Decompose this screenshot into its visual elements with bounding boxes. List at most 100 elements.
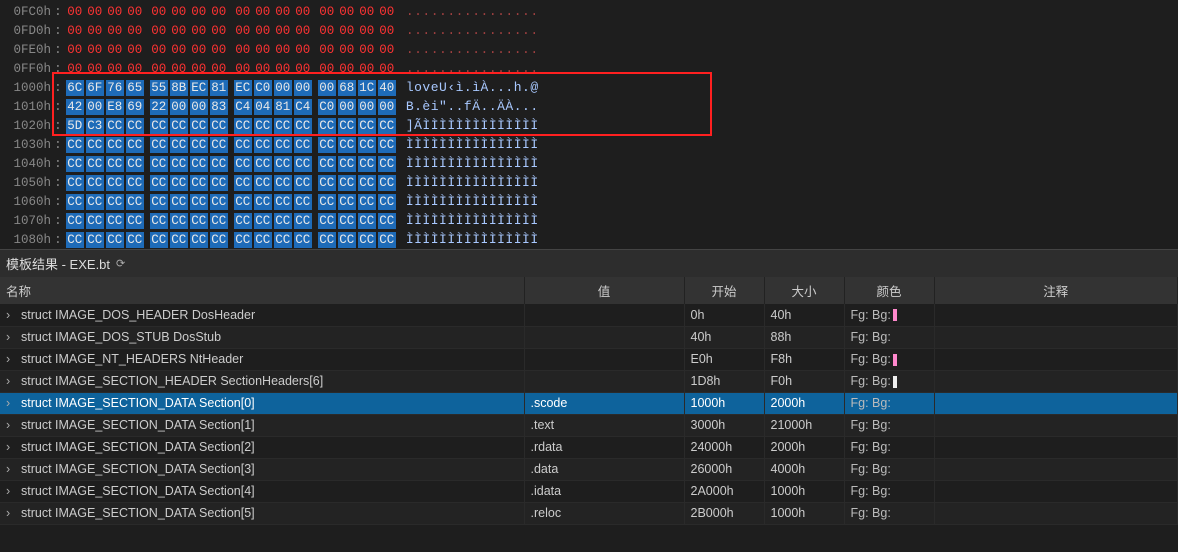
hex-byte[interactable]: 81 — [210, 80, 228, 96]
hex-byte[interactable]: 00 — [126, 23, 144, 39]
hex-byte[interactable]: 00 — [274, 4, 292, 20]
hex-byte[interactable]: 00 — [358, 4, 376, 20]
hex-byte[interactable]: CC — [210, 213, 228, 229]
hex-byte[interactable]: CC — [358, 175, 376, 191]
hex-byte[interactable]: CC — [234, 213, 252, 229]
hex-byte[interactable]: 55 — [150, 80, 168, 96]
hex-byte[interactable]: E8 — [106, 99, 124, 115]
hex-byte[interactable]: CC — [170, 213, 188, 229]
hex-byte[interactable]: CC — [126, 118, 144, 134]
hex-byte[interactable]: 00 — [86, 61, 104, 77]
col-header-comment[interactable]: 注释 — [934, 277, 1178, 304]
hex-row[interactable]: 1080h:CCCCCCCCCCCCCCCCCCCCCCCCCCCCCCCCÌÌ… — [4, 230, 1178, 249]
hex-byte[interactable]: 00 — [106, 61, 124, 77]
hex-byte[interactable]: CC — [358, 194, 376, 210]
hex-byte[interactable]: CC — [274, 213, 292, 229]
hex-byte[interactable]: CC — [294, 118, 312, 134]
hex-byte[interactable]: 5D — [66, 118, 84, 134]
hex-byte[interactable]: 69 — [126, 99, 144, 115]
hex-byte[interactable]: 00 — [234, 4, 252, 20]
hex-byte[interactable]: CC — [66, 194, 84, 210]
hex-byte[interactable]: CC — [66, 137, 84, 153]
hex-byte[interactable]: CC — [106, 194, 124, 210]
table-row[interactable]: ›struct IMAGE_SECTION_DATA Section[3].da… — [0, 458, 1178, 480]
hex-byte[interactable]: CC — [318, 213, 336, 229]
hex-byte[interactable]: 00 — [170, 4, 188, 20]
hex-byte[interactable]: CC — [274, 232, 292, 248]
hex-byte[interactable]: CC — [106, 213, 124, 229]
hex-byte[interactable]: CC — [170, 175, 188, 191]
hex-row[interactable]: 1030h:CCCCCCCCCCCCCCCCCCCCCCCCCCCCCCCCÌÌ… — [4, 135, 1178, 154]
hex-byte[interactable]: CC — [86, 194, 104, 210]
hex-byte[interactable]: 00 — [378, 99, 396, 115]
hex-byte[interactable]: CC — [338, 156, 356, 172]
hex-byte[interactable]: 00 — [190, 42, 208, 58]
expand-icon[interactable]: › — [6, 440, 18, 454]
hex-byte[interactable]: CC — [210, 137, 228, 153]
hex-byte[interactable]: 00 — [318, 61, 336, 77]
hex-byte[interactable]: CC — [338, 175, 356, 191]
hex-byte[interactable]: CC — [318, 175, 336, 191]
hex-row[interactable]: 0FF0h:00000000000000000000000000000000..… — [4, 59, 1178, 78]
hex-byte[interactable]: CC — [318, 137, 336, 153]
hex-byte[interactable]: 00 — [150, 42, 168, 58]
hex-byte[interactable]: CC — [86, 156, 104, 172]
hex-row[interactable]: 0FD0h:00000000000000000000000000000000..… — [4, 21, 1178, 40]
expand-icon[interactable]: › — [6, 484, 18, 498]
expand-icon[interactable]: › — [6, 506, 18, 520]
hex-byte[interactable]: CC — [274, 156, 292, 172]
hex-byte[interactable]: 40 — [378, 80, 396, 96]
hex-byte[interactable]: 00 — [254, 4, 272, 20]
hex-byte[interactable]: 68 — [338, 80, 356, 96]
hex-byte[interactable]: 00 — [378, 23, 396, 39]
table-row[interactable]: ›struct IMAGE_SECTION_DATA Section[4].id… — [0, 480, 1178, 502]
hex-row[interactable]: 0FC0h:00000000000000000000000000000000..… — [4, 2, 1178, 21]
hex-byte[interactable]: CC — [150, 156, 168, 172]
hex-byte[interactable]: 00 — [318, 80, 336, 96]
hex-byte[interactable]: CC — [234, 156, 252, 172]
table-row[interactable]: ›struct IMAGE_SECTION_DATA Section[1].te… — [0, 414, 1178, 436]
hex-byte[interactable]: CC — [190, 156, 208, 172]
hex-byte[interactable]: CC — [190, 213, 208, 229]
hex-byte[interactable]: 00 — [190, 23, 208, 39]
hex-byte[interactable]: C0 — [254, 80, 272, 96]
hex-byte[interactable]: 65 — [126, 80, 144, 96]
hex-byte[interactable]: 00 — [170, 61, 188, 77]
hex-byte[interactable]: CC — [234, 175, 252, 191]
hex-byte[interactable]: CC — [126, 232, 144, 248]
expand-icon[interactable]: › — [6, 418, 18, 432]
hex-byte[interactable]: 8B — [170, 80, 188, 96]
hex-byte[interactable]: 00 — [106, 23, 124, 39]
hex-byte[interactable]: 00 — [294, 4, 312, 20]
expand-icon[interactable]: › — [6, 462, 18, 476]
hex-byte[interactable]: 00 — [254, 23, 272, 39]
hex-byte[interactable]: 00 — [254, 61, 272, 77]
hex-byte[interactable]: CC — [190, 175, 208, 191]
hex-byte[interactable]: CC — [86, 232, 104, 248]
hex-byte[interactable]: 00 — [86, 99, 104, 115]
hex-byte[interactable]: CC — [86, 137, 104, 153]
table-row[interactable]: ›struct IMAGE_SECTION_HEADER SectionHead… — [0, 370, 1178, 392]
hex-byte[interactable]: EC — [190, 80, 208, 96]
hex-byte[interactable]: 00 — [190, 61, 208, 77]
hex-byte[interactable]: C4 — [294, 99, 312, 115]
hex-byte[interactable]: CC — [210, 194, 228, 210]
hex-byte[interactable]: CC — [150, 232, 168, 248]
hex-byte[interactable]: 00 — [126, 4, 144, 20]
hex-byte[interactable]: CC — [358, 232, 376, 248]
hex-byte[interactable]: EC — [234, 80, 252, 96]
hex-byte[interactable]: CC — [106, 156, 124, 172]
hex-byte[interactable]: CC — [274, 137, 292, 153]
hex-byte[interactable]: CC — [338, 232, 356, 248]
hex-byte[interactable]: CC — [190, 194, 208, 210]
hex-byte[interactable]: CC — [378, 232, 396, 248]
hex-byte[interactable]: 00 — [378, 61, 396, 77]
hex-byte[interactable]: CC — [358, 156, 376, 172]
hex-byte[interactable]: CC — [150, 175, 168, 191]
hex-byte[interactable]: CC — [190, 118, 208, 134]
hex-byte[interactable]: 00 — [338, 4, 356, 20]
hex-byte[interactable]: CC — [234, 118, 252, 134]
hex-byte[interactable]: 00 — [150, 4, 168, 20]
hex-byte[interactable]: CC — [150, 213, 168, 229]
hex-byte[interactable]: CC — [210, 175, 228, 191]
